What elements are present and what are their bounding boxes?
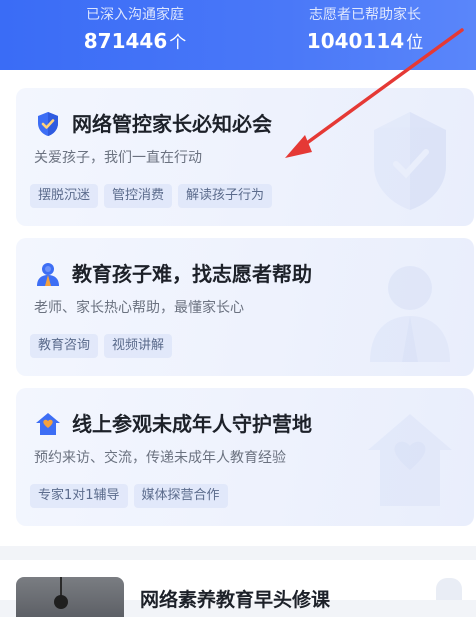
card-tags: 摆脱沉迷 管控消费 解读孩子行为 <box>30 184 273 208</box>
person-decoration-icon <box>370 266 450 362</box>
card-volunteer-help[interactable]: 教育孩子难，找志愿者帮助 老师、家长热心帮助，最懂家长心 教育咨询 视频讲解 <box>16 238 474 376</box>
house-heart-icon <box>36 413 60 435</box>
article-badge <box>436 578 462 600</box>
shield-decoration-icon <box>374 112 446 210</box>
lamp-cord-icon <box>60 577 62 597</box>
card-desc: 老师、家长热心帮助，最懂家长心 <box>34 300 244 316</box>
tag-item[interactable]: 解读孩子行为 <box>178 184 273 208</box>
stat-helped-label: 志愿者已帮助家长 <box>309 7 421 23</box>
stat-families-label: 已深入沟通家庭 <box>86 7 184 23</box>
tag-item[interactable]: 视频讲解 <box>104 334 173 358</box>
stats-header: 已深入沟通家庭 871446 个 志愿者已帮助家长 1040114 位 <box>0 0 476 70</box>
stat-helped-unit: 位 <box>406 33 424 53</box>
tag-item[interactable]: 媒体探营合作 <box>133 484 228 508</box>
tag-item[interactable]: 专家1对1辅导 <box>30 484 128 508</box>
shield-check-icon <box>38 112 58 136</box>
card-title: 网络管控家长必知必会 <box>72 112 272 136</box>
stat-families-number: 871446 <box>83 29 168 53</box>
stat-families-unit: 个 <box>169 33 187 53</box>
card-desc: 预约来访、交流，传递未成年人教育经验 <box>34 450 286 466</box>
stat-families-value: 871446 个 <box>35 29 235 55</box>
tag-item[interactable]: 摆脱沉迷 <box>30 184 99 208</box>
card-tags: 专家1对1辅导 媒体探营合作 <box>30 484 228 508</box>
stat-helped-number: 1040114 <box>306 29 405 53</box>
article-thumbnail[interactable] <box>16 577 124 617</box>
card-desc: 关爱孩子，我们一直在行动 <box>34 150 202 166</box>
card-title: 教育孩子难，找志愿者帮助 <box>72 262 312 286</box>
card-network-control[interactable]: 网络管控家长必知必会 关爱孩子，我们一直在行动 摆脱沉迷 管控消费 解读孩子行为 <box>16 88 474 226</box>
volunteer-person-icon <box>37 263 59 286</box>
tag-item[interactable]: 管控消费 <box>104 184 173 208</box>
card-title: 线上参观未成年人守护营地 <box>72 412 312 436</box>
card-tags: 教育咨询 视频讲解 <box>30 334 173 358</box>
stat-families: 已深入沟通家庭 871446 个 <box>35 6 235 55</box>
stat-helped: 志愿者已帮助家长 1040114 位 <box>265 6 465 55</box>
article-title[interactable]: 网络素养教育早头修课 <box>140 588 330 612</box>
tag-item[interactable]: 教育咨询 <box>30 334 99 358</box>
lamp-bulb-icon <box>54 595 68 609</box>
card-camp-visit[interactable]: 线上参观未成年人守护营地 预约来访、交流，传递未成年人教育经验 专家1对1辅导 … <box>16 388 474 526</box>
stat-helped-value: 1040114 位 <box>265 29 465 55</box>
house-decoration-icon <box>368 414 452 506</box>
